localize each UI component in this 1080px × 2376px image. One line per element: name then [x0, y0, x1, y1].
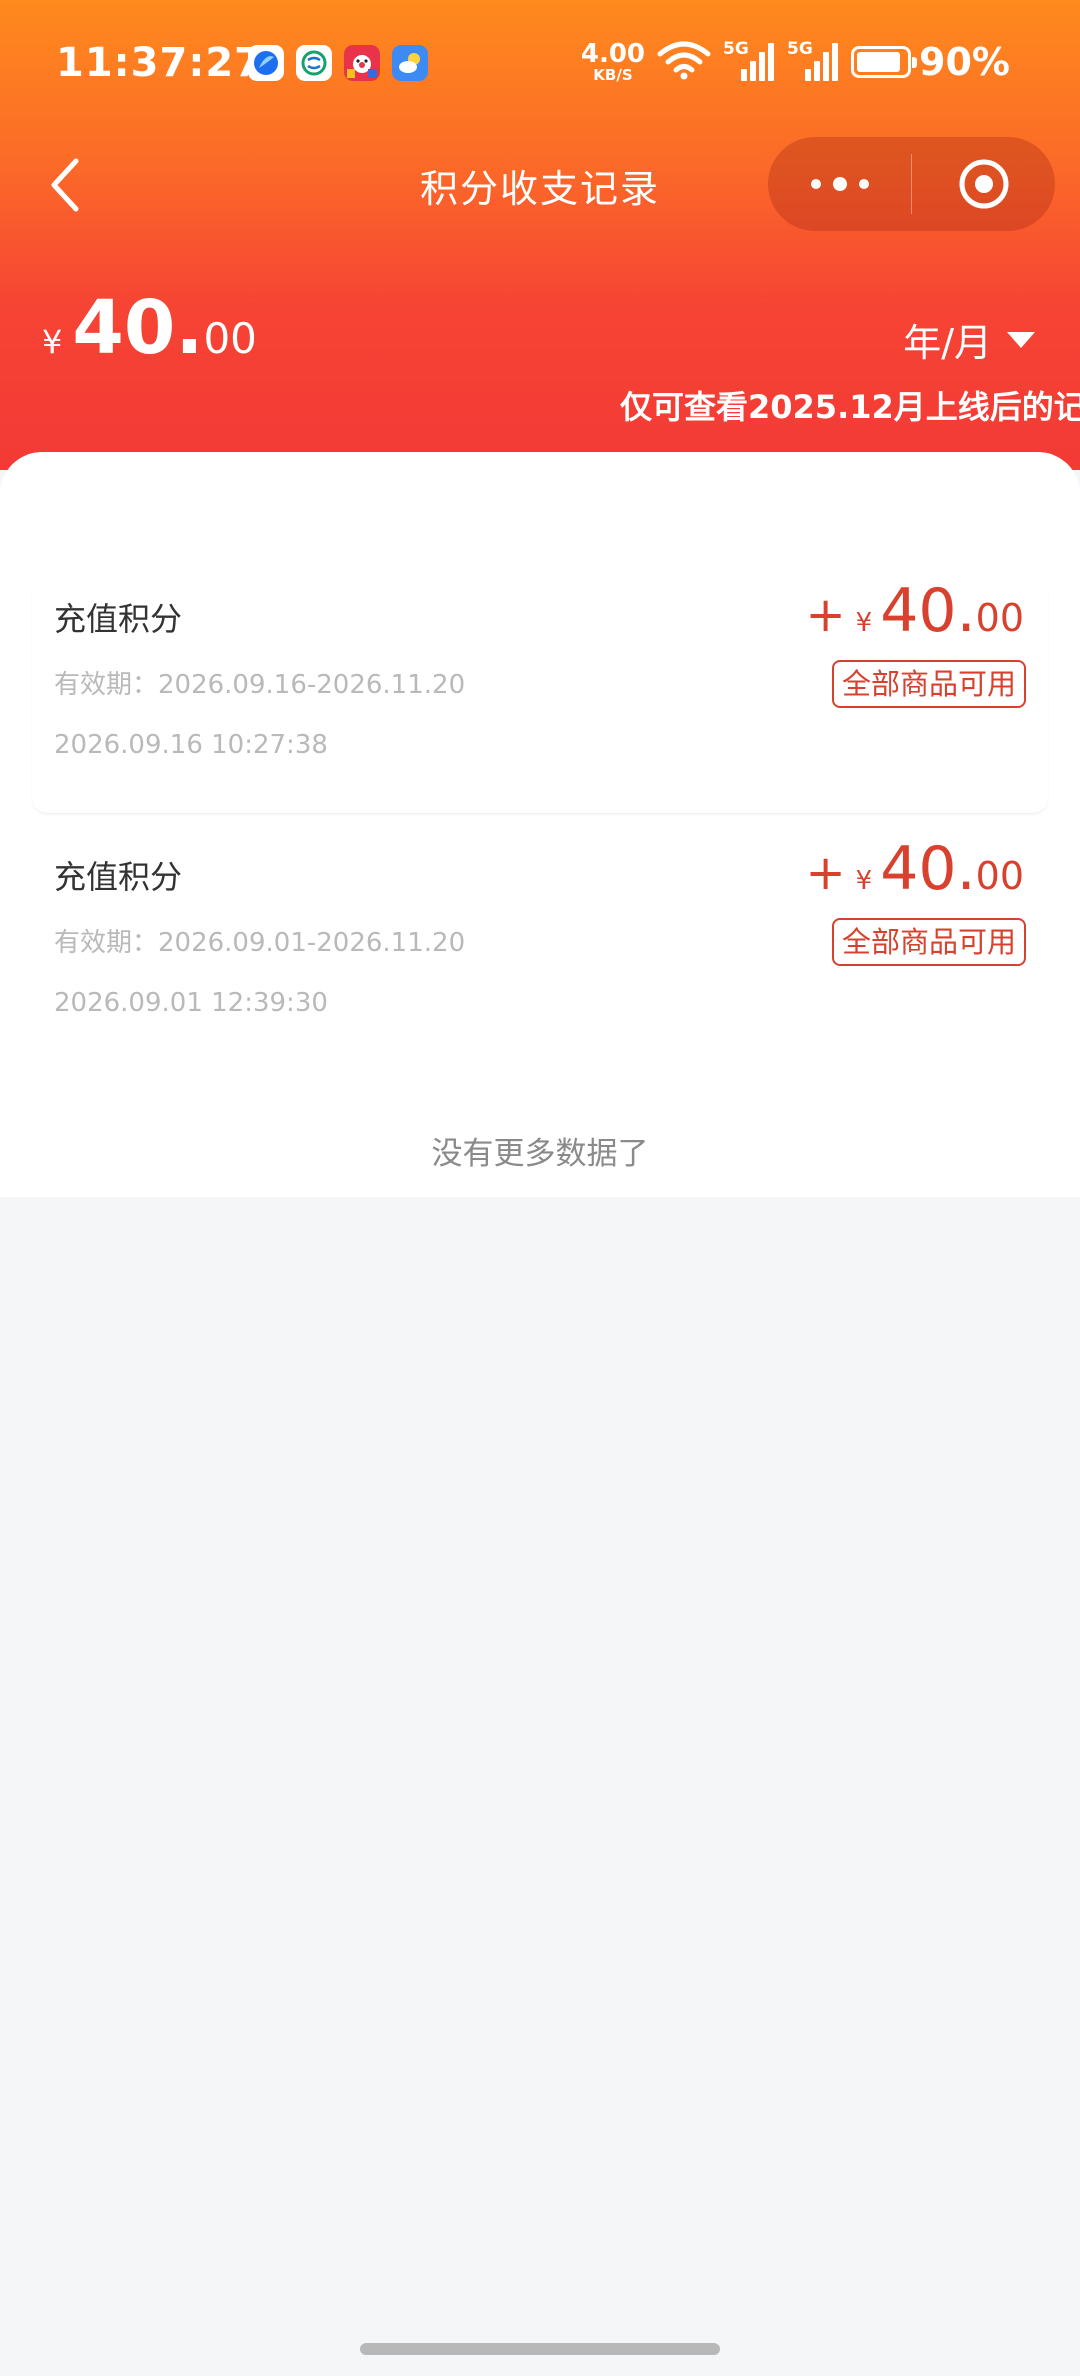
date-filter-dropdown[interactable]: 年/月	[903, 312, 1036, 367]
caret-down-icon	[1007, 331, 1035, 348]
record-validity: 有效期：2026.09.16-2026.11.20	[54, 670, 466, 700]
battery-cap	[912, 57, 918, 68]
status-bar: 11:37:27 4.00 KB/S 5G 5G 90%	[0, 0, 1080, 130]
record-scope-tag: 全部商品可用	[831, 918, 1026, 966]
record-time: 2026.09.16 10:27:38	[54, 730, 328, 760]
record-currency: ¥	[855, 608, 873, 638]
battery-icon	[851, 46, 918, 78]
record-title: 充值积分	[54, 600, 183, 638]
balance-amount: ¥ 40. 00	[42, 285, 257, 371]
battery-level-fill	[857, 52, 901, 72]
balance-currency: ¥	[42, 323, 63, 361]
china-mobile-icon	[296, 45, 332, 81]
no-more-data-text: 没有更多数据了	[431, 1136, 649, 1172]
record-amount: + ¥ 40. 00	[805, 576, 1024, 646]
target-circle-icon	[959, 159, 1008, 209]
status-time: 11:37:27	[56, 40, 263, 86]
record-amount-decimal: 00	[975, 596, 1024, 640]
home-indicator[interactable]	[360, 2343, 720, 2355]
signal-2-icon: 5G	[787, 39, 839, 83]
records-card: 充值积分 有效期：2026.09.16-2026.11.20 2026.09.1…	[0, 452, 1080, 1197]
record-item[interactable]: 充值积分 有效期：2026.09.01-2026.11.20 2026.09.0…	[32, 834, 1048, 1072]
network-speed: 4.00 KB/S	[581, 41, 645, 83]
record-amount-decimal: 00	[975, 854, 1024, 898]
clown-game-icon	[344, 45, 380, 81]
record-amount-integer: 40.	[880, 576, 976, 646]
battery-percent: 90%	[919, 40, 1010, 84]
record-validity: 有效期：2026.09.01-2026.11.20	[54, 928, 466, 958]
wifi-icon	[657, 40, 711, 84]
nav-bar: 积分收支记录	[0, 130, 1080, 240]
record-time: 2026.09.01 12:39:30	[54, 988, 328, 1018]
page: 11:37:27 4.00 KB/S 5G 5G 90% 积分收支记录 ¥ 40…	[0, 0, 1080, 2376]
record-currency: ¥	[855, 866, 873, 896]
record-item[interactable]: 充值积分 有效期：2026.09.16-2026.11.20 2026.09.1…	[32, 576, 1048, 814]
close-miniprogram-button[interactable]	[912, 137, 1055, 231]
weather-icon	[392, 45, 428, 81]
balance-decimal: 00	[203, 314, 257, 363]
signal-1-icon: 5G	[723, 39, 775, 83]
record-amount: + ¥ 40. 00	[805, 834, 1024, 904]
status-app-icons	[248, 45, 428, 81]
network-speed-value: 4.00	[580, 39, 646, 69]
more-button[interactable]	[768, 137, 911, 231]
status-right-group: 4.00 KB/S 5G 5G 90%	[581, 39, 1010, 84]
balance-integer: 40.	[72, 285, 204, 371]
record-range-notice: 仅可查看2025.12月上线后的记录	[620, 388, 1080, 426]
record-title: 充值积分	[54, 858, 183, 896]
record-sign: +	[805, 845, 846, 901]
record-amount-integer: 40.	[880, 834, 976, 904]
browser-icon	[248, 45, 284, 81]
battery: 90%	[851, 40, 1010, 84]
record-sign: +	[805, 587, 846, 643]
record-scope-tag: 全部商品可用	[831, 660, 1026, 708]
date-filter-label: 年/月	[903, 321, 992, 365]
more-dots-icon	[810, 177, 869, 191]
network-speed-unit: KB/S	[593, 66, 633, 84]
miniprogram-capsule	[768, 137, 1055, 231]
